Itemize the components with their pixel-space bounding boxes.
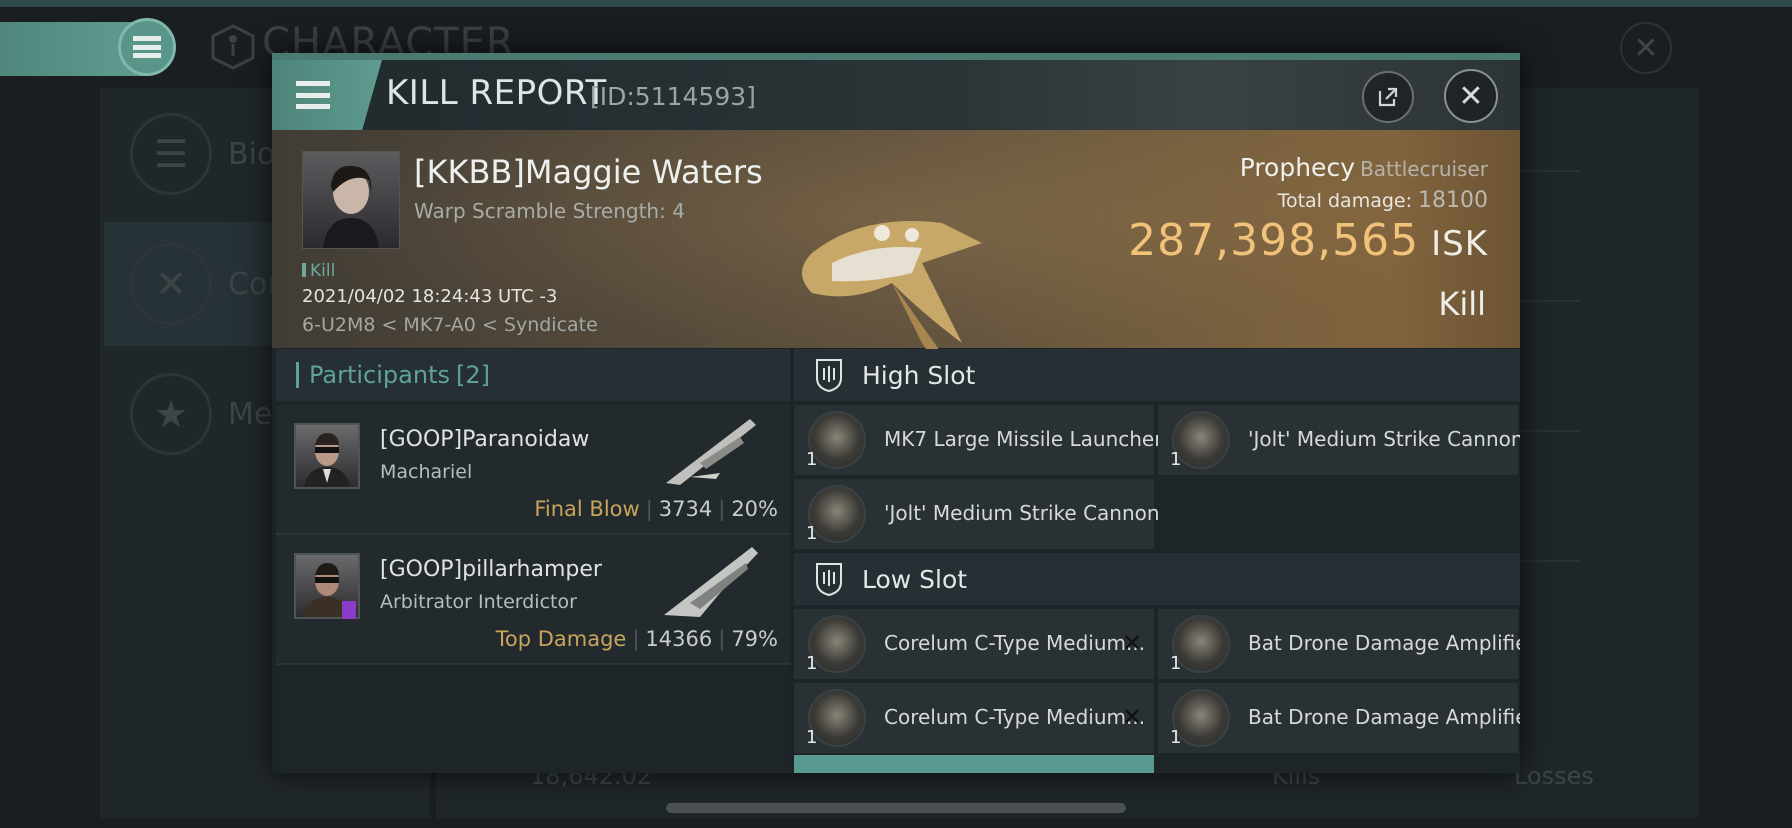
crossed-swords-icon: ✕: [130, 243, 212, 325]
kill-id: [ID:5114593]: [590, 82, 756, 111]
result-label: Kill: [1438, 285, 1486, 323]
character-icon: [211, 24, 255, 70]
participants-header: Participants [2]: [276, 349, 790, 401]
participant-ship: Machariel: [380, 461, 473, 483]
avatar[interactable]: [294, 423, 360, 489]
list-icon: ☰: [130, 113, 212, 195]
kill-tag: Kill: [302, 261, 335, 281]
module-item[interactable]: 1 Bat Drone Damage Amplifier: [1158, 683, 1520, 753]
victim-name[interactable]: [KKBB]Maggie Waters: [414, 153, 763, 191]
kill-location[interactable]: 6-U2M8 < MK7-A0 < Syndicate: [302, 314, 598, 336]
low-slot-icon: [814, 562, 844, 596]
home-indicator[interactable]: [666, 803, 1126, 813]
participant-ship-image: [666, 419, 756, 485]
participant-row[interactable]: [GOOP]pillarhamper Arbitrator Interdicto…: [276, 535, 790, 665]
star-icon: ★: [130, 373, 212, 455]
modal-title: KILL REPORT: [386, 73, 607, 113]
share-button[interactable]: [1362, 71, 1414, 123]
final-blow-tag: Final Blow: [534, 497, 640, 521]
top-damage-tag: Top Damage: [495, 627, 627, 651]
participant-stats: Final Blow | 3734 | 20%: [534, 497, 778, 521]
bg-close-icon[interactable]: ✕: [1620, 22, 1672, 74]
top-accent-line: [0, 0, 1792, 7]
destroyed-mark-icon: ✕: [1122, 629, 1143, 657]
destroyed-mark-icon: ✕: [1122, 703, 1143, 731]
module-item[interactable]: 1 'Jolt' Medium Strike Cannon: [1158, 405, 1520, 475]
ship-class: Battlecruiser: [1360, 157, 1488, 181]
participant-percent: 20%: [731, 497, 778, 521]
module-item[interactable]: 1 Bat Drone Damage Amplifier: [1158, 609, 1520, 679]
bg-menu-button[interactable]: [118, 18, 176, 76]
corp-badge-icon: [342, 601, 356, 619]
participant-name[interactable]: [GOOP]Paranoidaw: [380, 427, 589, 452]
module-item[interactable]: 1 MK7 Large Missile Launcher: [794, 405, 1162, 475]
participant-row[interactable]: [GOOP]Paranoidaw Machariel Final Blow | 37…: [276, 405, 790, 535]
high-slot-header: High Slot: [794, 349, 1520, 401]
module-item[interactable]: 1 'Jolt' Medium Strike Cannon: [794, 479, 1160, 549]
participants-panel: Participants [2] [GOOP]Paranoidaw Machar…: [276, 349, 790, 773]
participant-ship: Arbitrator Interdictor: [380, 591, 577, 613]
menu-icon: [133, 36, 161, 58]
module-item[interactable]: 1 Corelum C-Type Medium... ✕: [794, 609, 1154, 679]
close-icon: ✕: [1458, 78, 1484, 114]
kill-report-modal: KILL REPORT [ID:5114593] ✕ [KKBB]Maggie …: [272, 53, 1520, 773]
participant-percent: 79%: [731, 627, 778, 651]
fitting-panel: High Slot 1 MK7 Large Missile Launcher 1…: [794, 349, 1520, 773]
close-button[interactable]: ✕: [1444, 69, 1498, 123]
module-item[interactable]: 1 Corelum C-Type Medium... ✕: [794, 683, 1154, 753]
warp-scramble-text: Warp Scramble Strength: 4: [414, 199, 685, 223]
participant-damage: 14366: [645, 627, 713, 651]
ship-name[interactable]: Prophecy: [1240, 153, 1355, 182]
ship-info: Prophecy Battlecruiser: [1240, 153, 1488, 182]
isk-value: 287,398,565 ISK: [1128, 215, 1488, 266]
external-link-icon: [1378, 87, 1398, 107]
module-item-partial[interactable]: [794, 755, 1154, 773]
kill-datetime: 2021/04/02 18:24:43 UTC -3: [302, 286, 558, 307]
low-slot-header: Low Slot: [794, 553, 1520, 605]
total-damage: Total damage: 18100: [1277, 188, 1488, 213]
participant-name[interactable]: [GOOP]pillarhamper: [380, 557, 602, 582]
participant-ship-image: [664, 547, 758, 617]
participant-damage: 3734: [658, 497, 713, 521]
victim-avatar[interactable]: [302, 151, 400, 249]
menu-icon: [296, 81, 330, 109]
high-slot-icon: [814, 358, 844, 392]
participant-stats: Top Damage | 14366 | 79%: [495, 627, 778, 651]
